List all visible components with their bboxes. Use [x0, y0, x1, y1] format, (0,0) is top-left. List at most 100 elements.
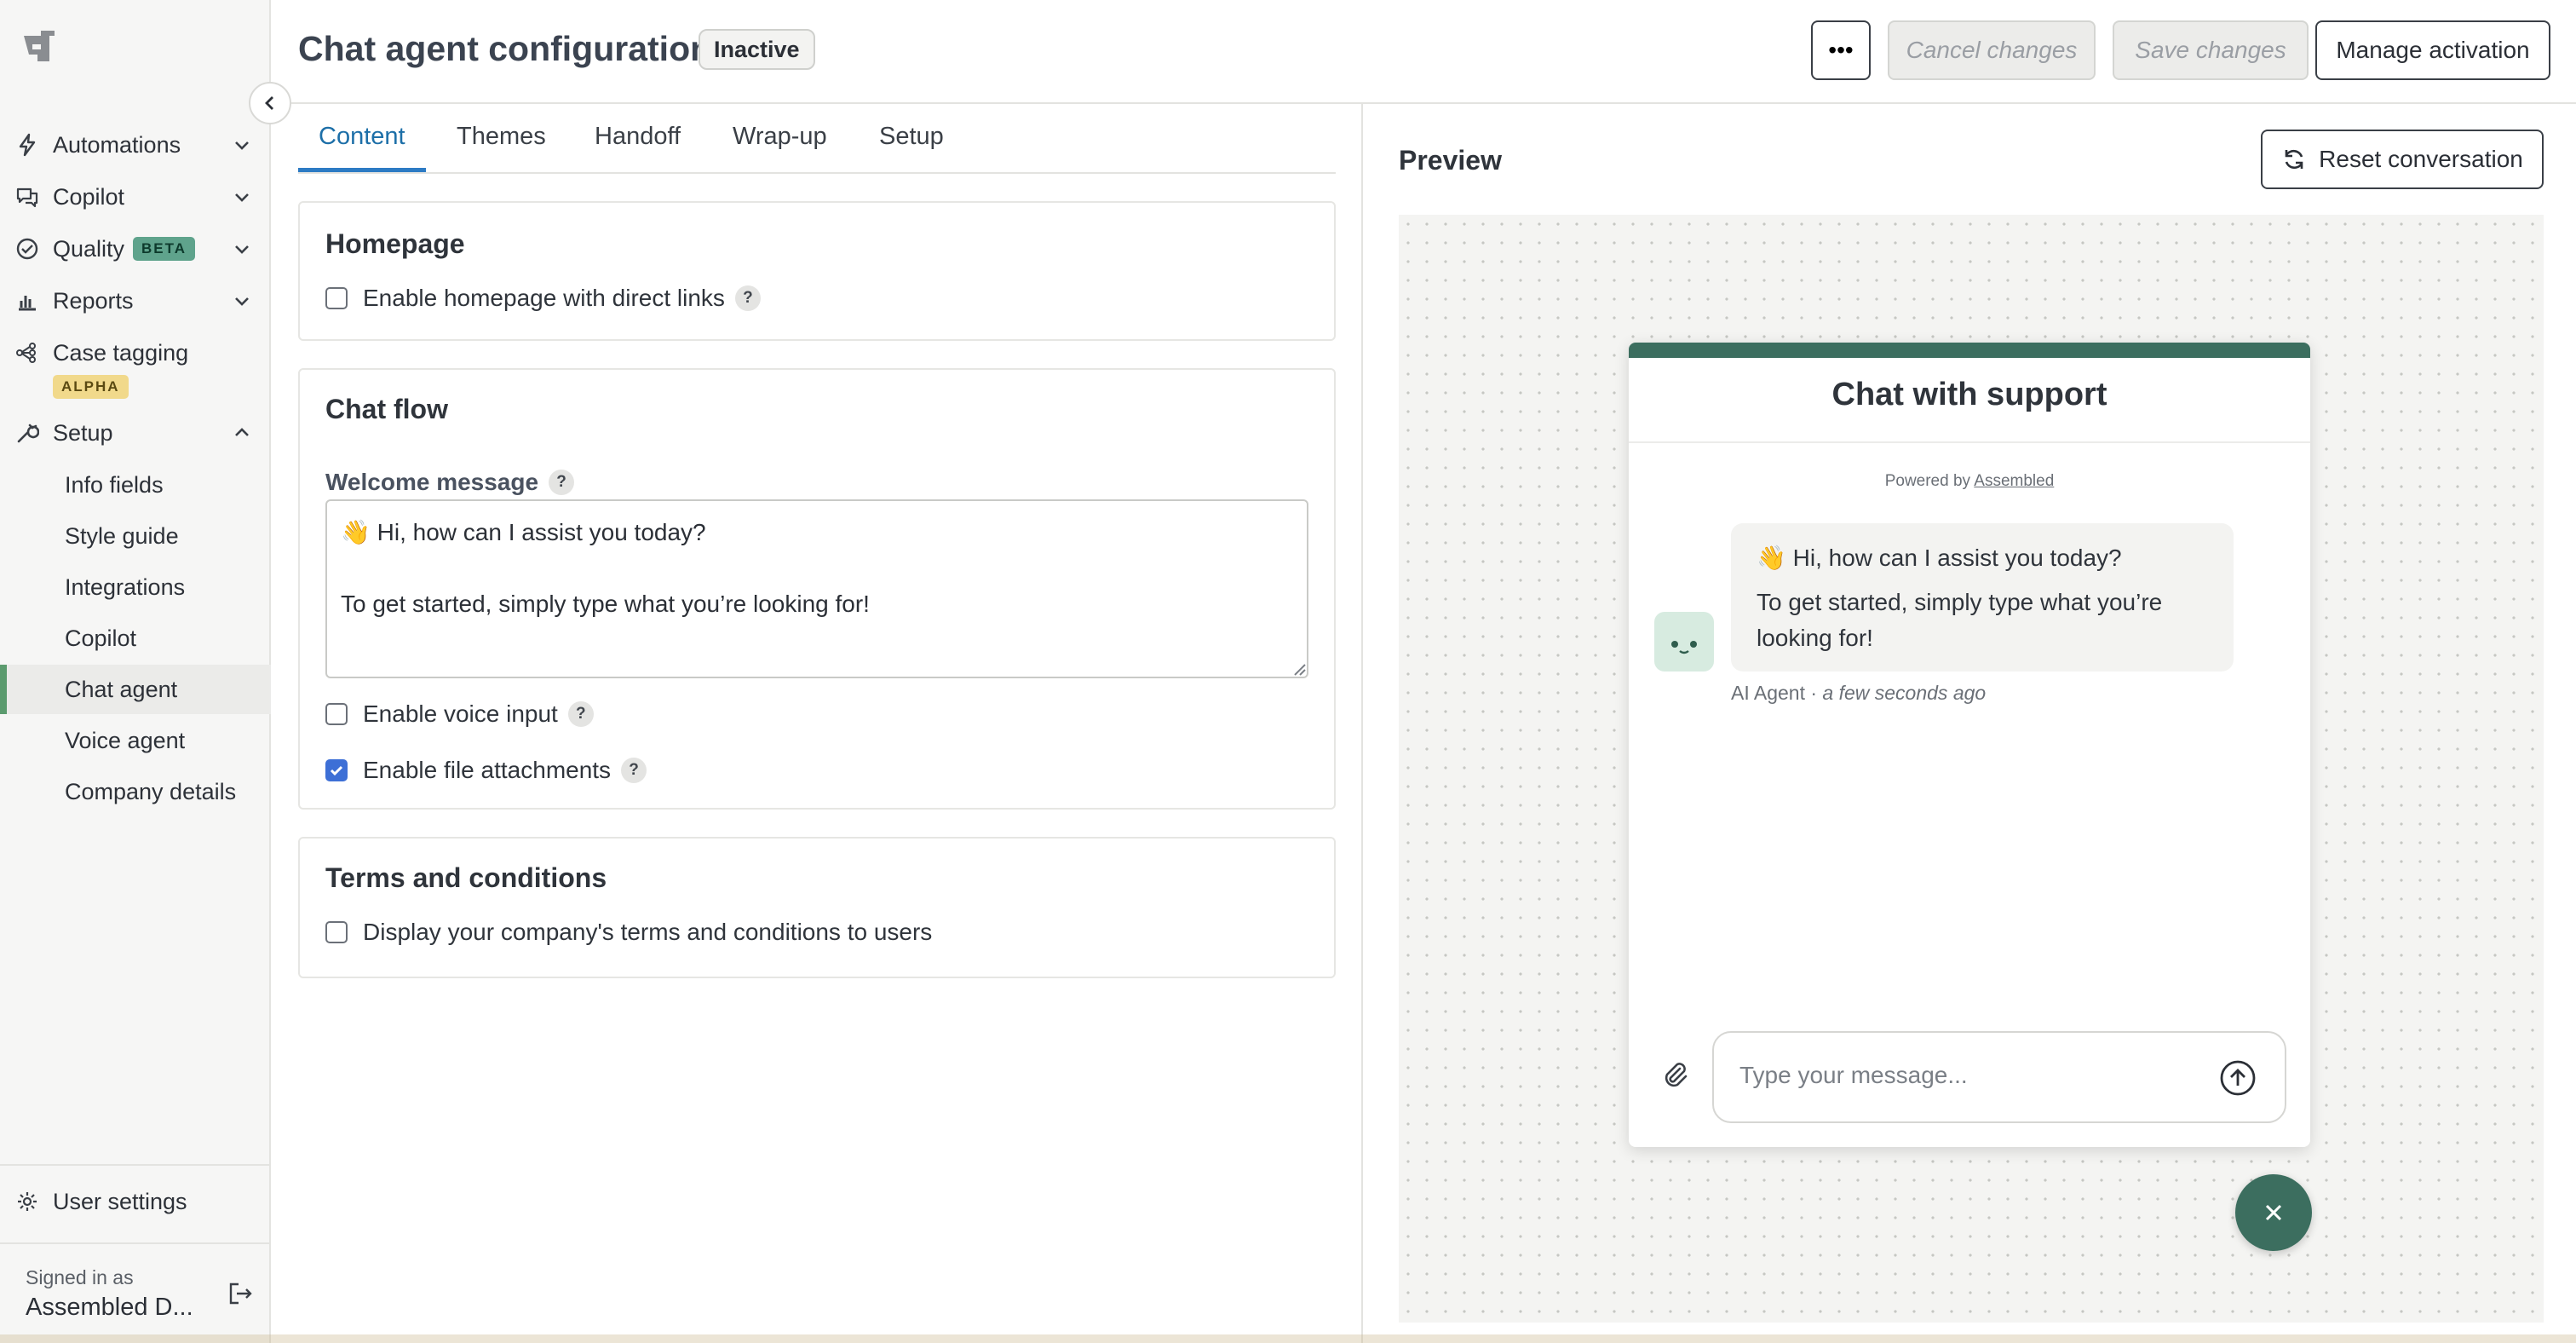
refresh-icon — [2285, 149, 2303, 170]
manage-activation-button[interactable]: Manage activation — [2315, 20, 2550, 80]
powered-by-prefix: Powered by — [1884, 472, 1971, 490]
homepage-card: Homepage Enable homepage with direct lin… — [298, 201, 1336, 341]
sidebar-item-label: Case tagging — [53, 339, 189, 366]
tab-setup[interactable]: Setup — [879, 123, 944, 172]
bot-avatar — [1654, 612, 1714, 672]
message-input-placeholder: Type your message... — [1739, 1062, 1968, 1088]
paperclip-icon[interactable] — [1659, 1060, 1690, 1091]
chat-topbar — [1629, 343, 2310, 358]
cancel-changes-button[interactable]: Cancel changes — [1888, 20, 2096, 80]
sidebar-subitem-style-guide[interactable]: Style guide — [0, 511, 271, 561]
chat-widget: Chat with support Powered by Assembled 👋… — [1629, 343, 2310, 1147]
collapse-sidebar-button[interactable] — [249, 82, 291, 124]
homepage-checkbox[interactable] — [325, 287, 348, 309]
welcome-message-label: Welcome message ? — [325, 469, 575, 496]
chat-flow-title: Chat flow — [325, 394, 448, 424]
homepage-title: Homepage — [325, 228, 465, 259]
user-settings-link[interactable]: User settings — [0, 1178, 271, 1225]
status-badge: Inactive — [699, 29, 815, 70]
sidebar-item-label: Automations — [53, 131, 181, 158]
wrench-icon — [17, 424, 39, 443]
tab-wrap-up[interactable]: Wrap-up — [733, 123, 827, 172]
tab-content[interactable]: Content — [298, 123, 426, 172]
alpha-badge: ALPHA — [53, 375, 129, 399]
message-line: 👋 Hi, how can I assist you today? — [1757, 545, 2122, 571]
terms-checkbox-label: Display your company's terms and conditi… — [363, 919, 933, 945]
bot-face-icon — [1671, 641, 1697, 654]
preview-title: Preview — [1399, 145, 1502, 176]
tag-tree-icon — [16, 343, 36, 363]
more-options-button[interactable]: ••• — [1811, 20, 1871, 80]
help-icon[interactable]: ? — [621, 758, 647, 783]
terms-checkbox[interactable] — [325, 921, 348, 943]
terms-option[interactable]: Display your company's terms and conditi… — [325, 919, 932, 946]
tab-themes[interactable]: Themes — [457, 123, 546, 172]
homepage-option[interactable]: Enable homepage with direct links ? — [325, 285, 761, 312]
sidebar-item-label: Copilot — [53, 183, 125, 210]
config-tabs: Content Themes Handoff Wrap-up Setup — [298, 104, 1336, 174]
sidebar-divider — [0, 1164, 271, 1166]
chat-bubbles-icon — [16, 187, 38, 208]
chevron-left-icon — [265, 96, 273, 110]
close-icon — [2265, 1204, 2282, 1221]
message-timestamp: a few seconds ago — [1822, 682, 1987, 704]
sidebar-item-case-tagging[interactable]: Case tagging — [0, 329, 271, 377]
signed-in-label: Signed in as — [26, 1266, 134, 1288]
sidebar-subitem-copilot[interactable]: Copilot — [0, 614, 271, 663]
chevron-down-icon — [235, 193, 249, 202]
homepage-checkbox-label: Enable homepage with direct links — [363, 285, 725, 311]
sidebar: Automations Copilot Quality BETA Reports… — [0, 0, 271, 1343]
assembled-logo-icon[interactable] — [20, 29, 58, 66]
voice-input-option[interactable]: Enable voice input ? — [325, 700, 594, 728]
sidebar-subitem-info-fields[interactable]: Info fields — [0, 460, 271, 510]
checkmark-icon — [330, 765, 343, 776]
agent-message-bubble: 👋 Hi, how can I assist you today? To get… — [1731, 523, 2234, 672]
sidebar-item-setup[interactable]: Setup — [0, 409, 271, 457]
close-chat-button[interactable] — [2235, 1174, 2312, 1251]
chat-title: Chat with support — [1831, 377, 2107, 412]
sidebar-item-label: Reports — [53, 287, 134, 314]
voice-input-checkbox[interactable] — [325, 703, 348, 725]
resize-grip-icon[interactable] — [1291, 661, 1307, 677]
send-arrow-icon[interactable] — [2218, 1058, 2257, 1098]
file-attachments-option[interactable]: Enable file attachments ? — [325, 757, 647, 784]
file-attachments-checkbox[interactable] — [325, 759, 348, 781]
help-icon[interactable]: ? — [567, 701, 594, 727]
sidebar-item-automations[interactable]: Automations — [0, 121, 271, 169]
help-icon[interactable]: ? — [734, 285, 761, 311]
sidebar-item-quality[interactable]: Quality BETA — [0, 225, 271, 273]
page-title: Chat agent configuration — [298, 29, 712, 68]
sidebar-subitem-voice-agent[interactable]: Voice agent — [0, 716, 271, 765]
signed-in-name: Assembled D... — [26, 1294, 193, 1321]
powered-by: Powered by Assembled — [1629, 472, 2310, 491]
check-circle-icon — [16, 238, 38, 260]
sidebar-subitem-company-details[interactable]: Company details — [0, 767, 271, 816]
message-meta: AI Agent · a few seconds ago — [1731, 682, 1986, 705]
sidebar-subitem-chat-agent[interactable]: Chat agent — [0, 665, 271, 714]
sidebar-subitem-integrations[interactable]: Integrations — [0, 562, 271, 612]
chevron-down-icon — [235, 141, 249, 150]
bolt-icon — [19, 133, 36, 157]
terms-card: Terms and conditions Display your compan… — [298, 837, 1336, 978]
logout-icon[interactable] — [227, 1280, 254, 1307]
tab-handoff[interactable]: Handoff — [595, 123, 681, 172]
reset-conversation-button[interactable]: Reset conversation — [2261, 130, 2544, 189]
save-changes-button[interactable]: Save changes — [2113, 20, 2309, 80]
message-input[interactable]: Type your message... — [1712, 1031, 2286, 1123]
chat-divider — [1629, 441, 2310, 443]
terms-title: Terms and conditions — [325, 862, 607, 893]
powered-by-link[interactable]: Assembled — [1974, 472, 2054, 490]
welcome-message-textarea[interactable]: 👋 Hi, how can I assist you today? To get… — [325, 499, 1308, 678]
chevron-down-icon — [235, 297, 249, 306]
bar-chart-icon — [19, 296, 36, 311]
sidebar-item-copilot[interactable]: Copilot — [0, 173, 271, 221]
sidebar-item-reports[interactable]: Reports — [0, 277, 271, 325]
reset-conversation-label: Reset conversation — [2319, 146, 2523, 172]
help-icon[interactable]: ? — [549, 470, 575, 495]
chat-flow-card: Chat flow Welcome message ? 👋 Hi, how ca… — [298, 368, 1336, 810]
voice-input-label: Enable voice input — [363, 700, 558, 727]
sidebar-item-label: Setup — [53, 419, 113, 446]
gear-icon — [18, 1192, 37, 1211]
beta-badge: BETA — [133, 237, 196, 261]
sidebar-divider — [0, 1242, 271, 1244]
